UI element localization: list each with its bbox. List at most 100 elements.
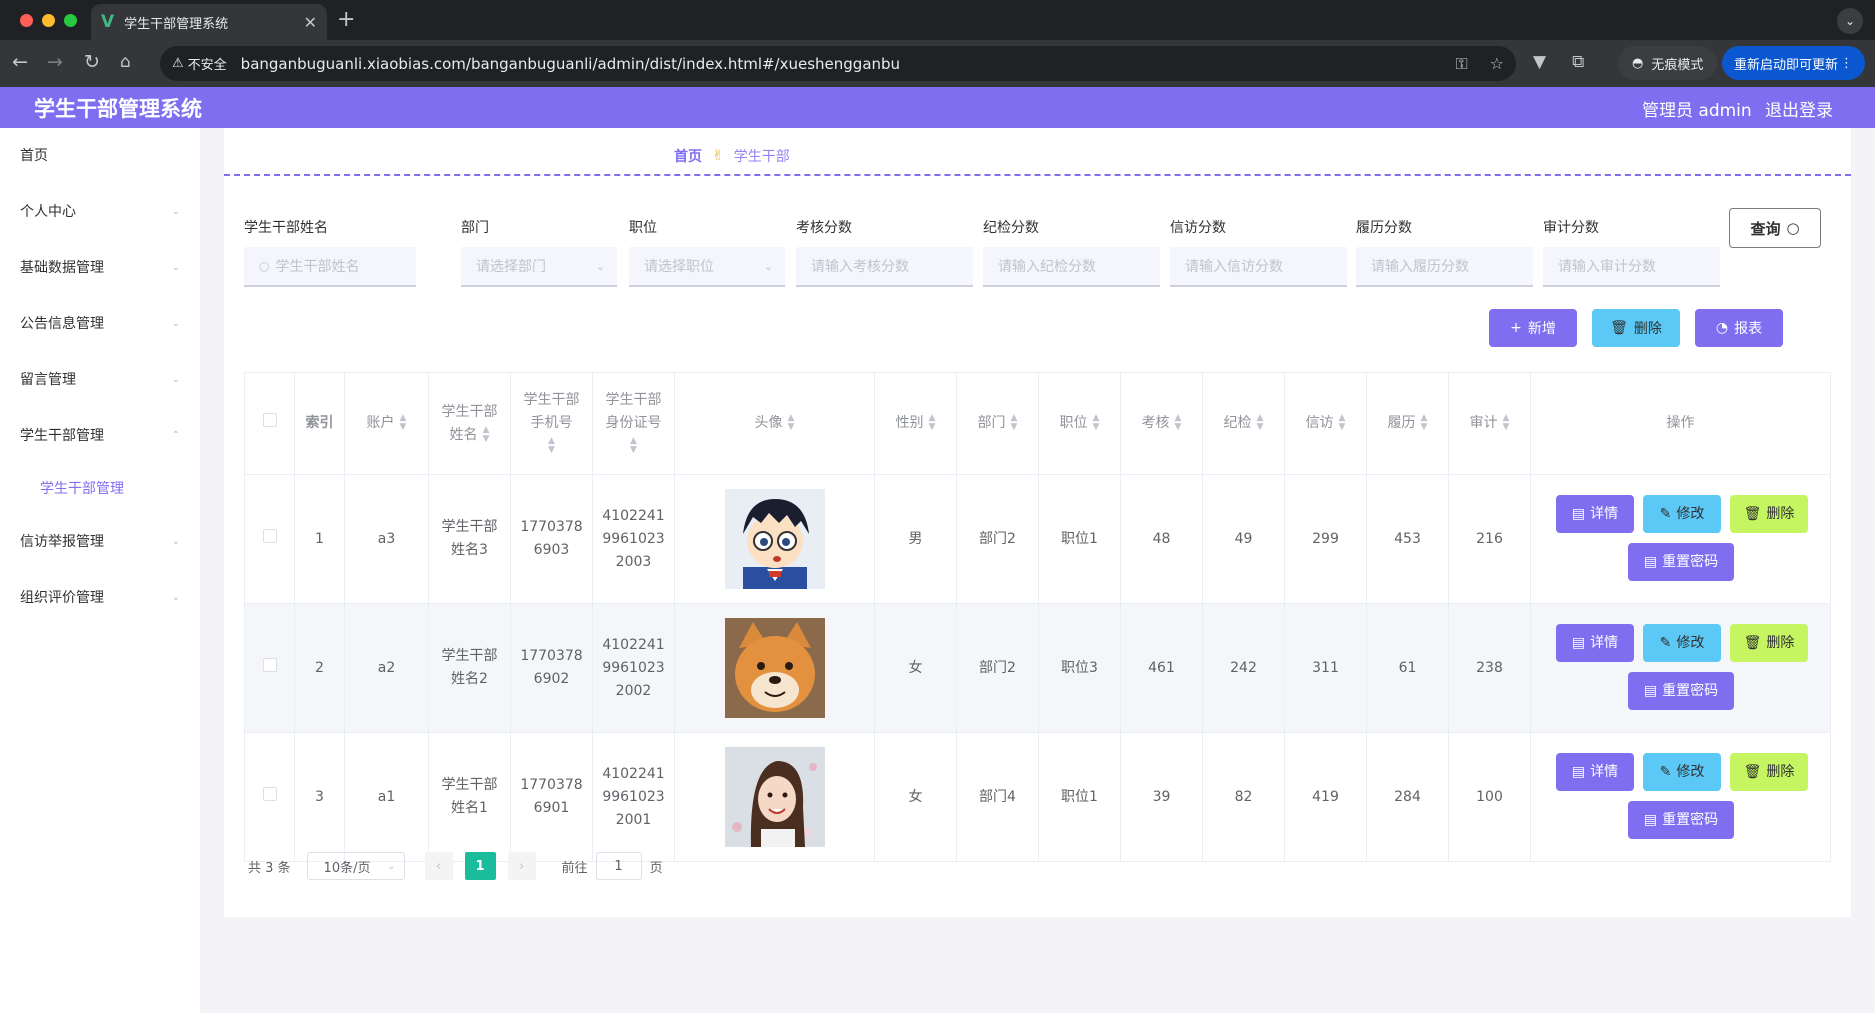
col-gender[interactable]: 性别 ▲ ▼ (874, 372, 957, 475)
close-window-button[interactable] (20, 14, 33, 27)
maximize-window-button[interactable] (64, 14, 77, 27)
goto-page-input[interactable]: 1 (595, 852, 642, 880)
tab-close-icon[interactable]: ✕ (304, 13, 317, 32)
page-number-button[interactable]: 1 (464, 852, 496, 880)
col-dept[interactable]: 部门 ▲ ▼ (956, 372, 1039, 475)
kaohe-score-input[interactable]: 请输入考核分数 (796, 247, 973, 287)
col-account[interactable]: 账户 ▲ ▼ (344, 372, 429, 475)
sidebar-item-messages[interactable]: 留言管理 ⌄ (0, 359, 200, 399)
delete-button[interactable]: 🗑 删除 (1730, 624, 1808, 662)
select-all-checkbox[interactable] (262, 413, 277, 427)
address-bar[interactable]: ⚠ 不安全 banganbuguanli.xiaobias.com/banganb… (160, 46, 1516, 81)
sort-icon[interactable]: ▲ ▼ (1175, 414, 1182, 432)
prev-page-button[interactable]: ‹ (424, 852, 453, 880)
sort-icon[interactable]: ▲ ▼ (1011, 414, 1018, 432)
query-button[interactable]: 查询 ○ (1729, 208, 1821, 248)
sidebar-item-home[interactable]: 首页 (0, 135, 200, 175)
col-xinfang[interactable]: 信访 ▲ ▼ (1284, 372, 1367, 475)
sidebar-item-student-cadre[interactable]: 学生干部管理 ⌃ (0, 415, 200, 455)
avatar[interactable] (724, 618, 825, 718)
detail-button[interactable]: ▤ 详情 (1556, 495, 1634, 533)
bookmark-star-icon[interactable]: ☆ (1490, 54, 1504, 74)
row-checkbox[interactable] (262, 528, 277, 543)
sidebar-item-notice[interactable]: 公告信息管理 ⌄ (0, 303, 200, 343)
sort-icon[interactable]: ▲ ▼ (1421, 414, 1428, 432)
col-lvli[interactable]: 履历 ▲ ▼ (1366, 372, 1449, 475)
edit-button[interactable]: ✎ 修改 (1643, 753, 1721, 791)
security-indicator[interactable]: ⚠ 不安全 (172, 54, 227, 73)
col-avatar[interactable]: 头像 ▲ ▼ (674, 372, 875, 475)
vue-devtools-icon[interactable]: ▼ (1533, 52, 1546, 72)
update-button[interactable]: 重新启动即可更新 ⋮ (1722, 46, 1865, 80)
jijian-score-input[interactable]: 请输入纪检分数 (983, 247, 1160, 287)
avatar[interactable] (724, 747, 825, 847)
dept-select[interactable]: 请选择部门 ⌄ (461, 247, 617, 287)
sort-icon[interactable]: ▲ ▼ (1503, 414, 1510, 432)
reset-password-button[interactable]: ▤ 重置密码 (1628, 543, 1734, 581)
col-kaohe[interactable]: 考核 ▲ ▼ (1120, 372, 1203, 475)
detail-button[interactable]: ▤ 详情 (1556, 624, 1634, 662)
detail-button[interactable]: ▤ 详情 (1556, 753, 1634, 791)
delete-button[interactable]: 🗑 删除 (1730, 753, 1808, 791)
batch-delete-button[interactable]: 🗑 删除 (1592, 309, 1680, 347)
trash-icon: 🗑 (1743, 634, 1762, 651)
user-info: 管理员 admin (1642, 101, 1752, 121)
new-tab-icon[interactable]: + (337, 7, 355, 32)
avatar[interactable] (724, 489, 825, 589)
reload-icon[interactable]: ↻ (84, 51, 100, 73)
report-button[interactable]: ◔ 报表 (1695, 309, 1783, 347)
sort-icon[interactable]: ▲ ▼ (788, 414, 795, 432)
sidebar-item-label: 学生干部管理 (20, 428, 104, 444)
col-shenji[interactable]: 审计 ▲ ▼ (1448, 372, 1531, 475)
breadcrumb-home[interactable]: 首页 (674, 146, 702, 166)
row-checkbox[interactable] (262, 657, 277, 672)
add-button[interactable]: + 新增 (1489, 309, 1577, 347)
sidebar-item-base-data[interactable]: 基础数据管理 ⌄ (0, 247, 200, 287)
sort-icon[interactable]: ▲ ▼ (548, 437, 555, 455)
incognito-indicator[interactable]: ◓ 无痕模式 (1618, 46, 1718, 80)
row-checkbox[interactable] (262, 786, 277, 801)
delete-label: 删除 (1633, 321, 1662, 337)
edit-button[interactable]: ✎ 修改 (1643, 495, 1721, 533)
sidebar-item-petition[interactable]: 信访举报管理 ⌄ (0, 521, 200, 561)
password-key-icon[interactable]: ⚿ (1455, 54, 1467, 74)
name-search-input[interactable]: ○ 学生干部姓名 (244, 247, 416, 287)
logout-link[interactable]: 退出登录 (1765, 96, 1833, 121)
home-icon[interactable]: ⌂ (120, 51, 131, 73)
sort-icon[interactable]: ▲ ▼ (630, 437, 637, 455)
col-name[interactable]: 学生干部 姓名 ▲ ▼ (428, 372, 511, 475)
sort-icon[interactable]: ▲ ▼ (483, 425, 490, 444)
sidebar-subitem-student-cadre[interactable]: 学生干部管理 (40, 478, 124, 498)
divider (224, 174, 1851, 176)
shenji-score-input[interactable]: 请输入审计分数 (1543, 247, 1720, 287)
sort-icon[interactable]: ▲ ▼ (400, 414, 407, 432)
back-icon[interactable]: ← (12, 51, 28, 73)
col-idcard[interactable]: 学生干部 身份证号 ▲ ▼ (592, 372, 675, 475)
tab-search-icon[interactable]: ⌄ (1837, 8, 1863, 34)
extensions-icon[interactable]: ⧉ (1572, 52, 1584, 72)
cell-kaohe: 48 (1120, 474, 1203, 604)
lvli-score-input[interactable]: 请输入履历分数 (1356, 247, 1533, 287)
next-page-button[interactable]: › (507, 852, 536, 880)
col-jijian[interactable]: 纪检 ▲ ▼ (1202, 372, 1285, 475)
reset-password-button[interactable]: ▤ 重置密码 (1628, 672, 1734, 710)
position-select[interactable]: 请选择职位 ⌄ (629, 247, 785, 287)
reset-password-button[interactable]: ▤ 重置密码 (1628, 801, 1734, 839)
page-size-select[interactable]: 10条/页 ⌄ (306, 852, 405, 880)
sort-icon[interactable]: ▲ ▼ (929, 414, 936, 432)
sort-icon[interactable]: ▲ ▼ (1093, 414, 1100, 432)
table-row: 1 a3 学生干部 姓名3 1770378 6903 4102241 9961023 2… (244, 474, 1831, 604)
forward-icon[interactable]: → (47, 51, 63, 73)
incognito-label: 无痕模式 (1651, 57, 1704, 73)
xinfang-score-input[interactable]: 请输入信访分数 (1170, 247, 1347, 287)
sort-icon[interactable]: ▲ ▼ (1339, 414, 1346, 432)
edit-button[interactable]: ✎ 修改 (1643, 624, 1721, 662)
col-phone[interactable]: 学生干部 手机号 ▲ ▼ (510, 372, 593, 475)
minimize-window-button[interactable] (42, 14, 55, 27)
browser-tab[interactable]: V 学生干部管理系统 ✕ (91, 4, 327, 40)
sort-icon[interactable]: ▲ ▼ (1257, 414, 1264, 432)
delete-button[interactable]: 🗑 删除 (1730, 495, 1808, 533)
sidebar-item-profile[interactable]: 个人中心 ⌄ (0, 191, 200, 231)
col-position[interactable]: 职位 ▲ ▼ (1038, 372, 1121, 475)
sidebar-item-evaluation[interactable]: 组织评价管理 ⌄ (0, 577, 200, 617)
